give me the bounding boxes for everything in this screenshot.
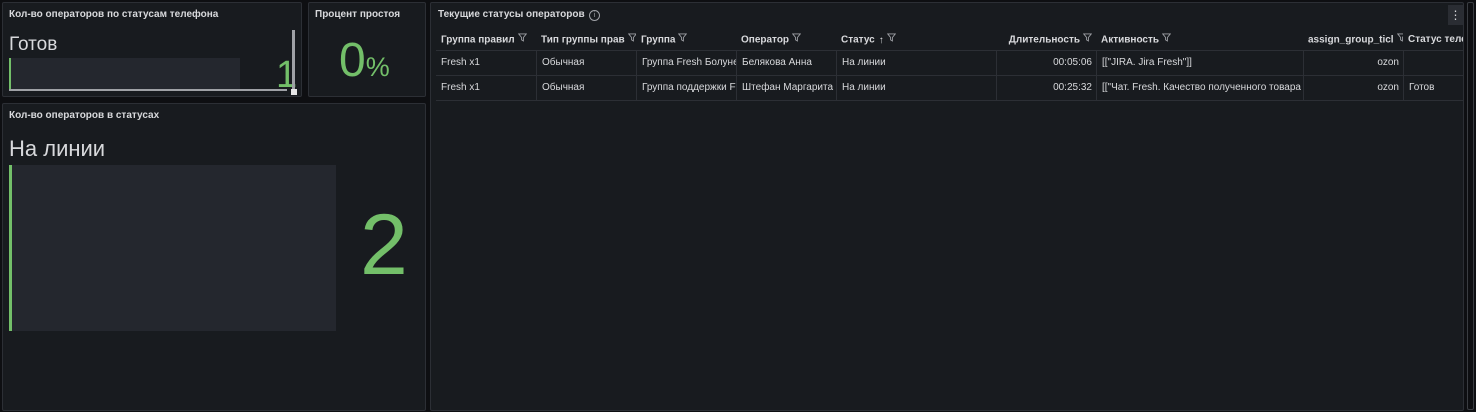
bar-gauge [9, 58, 240, 89]
table-cell: Штефан Маргарита [736, 76, 836, 100]
table-cell: Группа Fresh Болуне [636, 51, 736, 75]
sort-ascending-icon[interactable]: ↑ [879, 35, 884, 46]
table-cell: ozon [1303, 51, 1403, 75]
column-header-label: Группа правил [441, 34, 515, 46]
column-header[interactable]: Оператор [736, 30, 836, 50]
column-header-label: Тип группы прав [541, 34, 625, 46]
filter-icon[interactable] [678, 30, 688, 50]
column-header[interactable]: Статус ↑ [836, 30, 996, 50]
table-cell: 00:05:06 [996, 51, 1096, 75]
filter-icon[interactable] [517, 30, 527, 50]
column-header[interactable]: Активность [1096, 30, 1303, 50]
table-cell: [["Чат. Fresh. Качество полученного това… [1096, 76, 1303, 100]
horizontal-scrollbar[interactable] [9, 89, 287, 91]
scrollbar-thumb[interactable] [1467, 2, 1474, 410]
info-icon[interactable]: i [589, 10, 600, 21]
stat-value: 0% [339, 35, 390, 93]
table-cell: ozon [1303, 76, 1403, 100]
operator-table: Группа правил Тип группы прав Группа Операт… [436, 30, 1463, 101]
table-header-row: Группа правил Тип группы прав Группа Операт… [436, 30, 1463, 51]
operator-table-panel: Текущие статусы операторов i ⋮ Группа пр… [430, 2, 1464, 411]
panel-title: Кол-во операторов по статусам телефона [9, 9, 219, 20]
filter-icon[interactable] [627, 30, 636, 50]
table-cell: Обычная [536, 76, 636, 100]
bar-gauge-label: Готов [9, 34, 58, 55]
column-header[interactable]: assign_group_ticl [1303, 30, 1403, 50]
stat-unit: % [365, 52, 390, 82]
table-cell [1403, 51, 1463, 75]
resize-handle[interactable] [291, 89, 297, 95]
column-header-label: Статус [841, 34, 875, 46]
table-cell: Обычная [536, 51, 636, 75]
column-header-label: Группа [641, 34, 676, 46]
table-cell: 00:25:32 [996, 76, 1096, 100]
phone-status-panel: Кол-во операторов по статусам телефона Г… [2, 2, 302, 97]
table-cell: На линии [836, 51, 996, 75]
column-header[interactable]: Длительность [996, 30, 1096, 50]
page-scrollbar[interactable] [1465, 0, 1476, 412]
operator-status-panel: Кол-во операторов в статусах На линии 2 [2, 103, 426, 411]
column-header[interactable]: Статус теле [1403, 30, 1463, 50]
filter-icon[interactable] [791, 30, 802, 50]
panel-title: Текущие статусы операторов [438, 9, 585, 20]
table-row[interactable]: Fresh x1 Обычная Группа поддержки F Штефан … [436, 76, 1463, 101]
panel-title: Процент простоя [315, 9, 401, 20]
panel-title: Кол-во операторов в статусах [9, 110, 160, 121]
stat-number: 0 [339, 34, 366, 87]
column-header-label: Оператор [741, 34, 790, 46]
table-cell: [["JIRA. Jira Fresh"]] [1096, 51, 1303, 75]
table-cell: Группа поддержки F [636, 76, 736, 100]
column-header[interactable]: Тип группы прав [536, 30, 636, 50]
filter-icon[interactable] [1161, 30, 1172, 50]
table-cell: Fresh x1 [441, 82, 480, 93]
column-header[interactable]: Группа [636, 30, 736, 50]
column-header-label: Активность [1101, 34, 1160, 46]
idle-percent-panel: Процент простоя 0% [308, 2, 426, 97]
column-header-label: assign_group_ticl [1308, 34, 1394, 46]
column-header-label: Длительность [1008, 34, 1080, 46]
column-header[interactable]: Группа правил [436, 30, 536, 50]
table-cell: Fresh x1 [441, 57, 480, 68]
bar-gauge-label: На линии [9, 136, 106, 161]
table-cell: На линии [836, 76, 996, 100]
table-cell: Белякова Анна [736, 51, 836, 75]
column-header-label: Статус теле [1408, 34, 1463, 45]
filter-icon[interactable] [886, 30, 896, 50]
panel-menu-icon[interactable]: ⋮ [1448, 5, 1463, 25]
table-cell: Готов [1403, 76, 1463, 100]
filter-icon[interactable] [1082, 30, 1093, 50]
table-row[interactable]: Fresh x1 Обычная Группа Fresh Болуне Беляко… [436, 51, 1463, 76]
bar-gauge [9, 165, 336, 331]
bar-gauge-value: 2 [360, 197, 408, 293]
vertical-scrollbar[interactable] [292, 30, 295, 90]
